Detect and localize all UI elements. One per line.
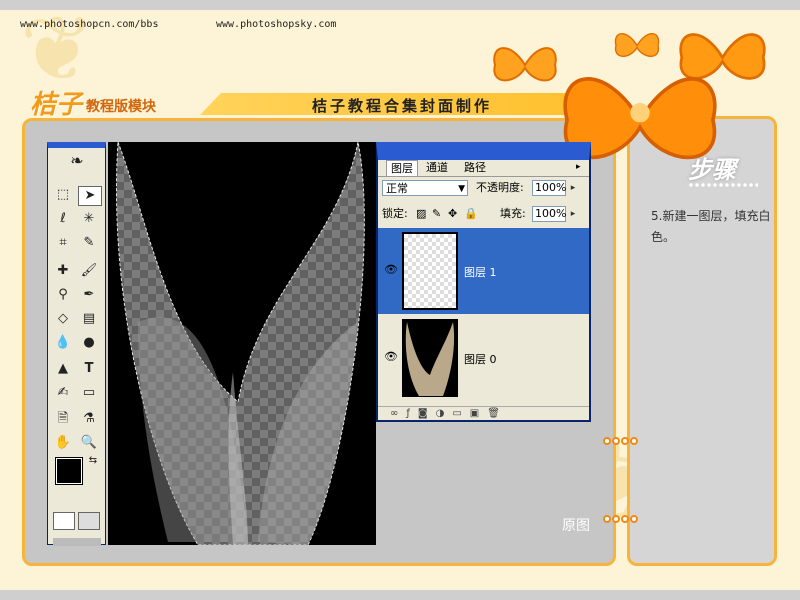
- layer-row-1[interactable]: 👁 图层 1: [378, 228, 589, 314]
- path-selection-icon[interactable]: ▲: [52, 360, 74, 378]
- lock-all-icon[interactable]: 🔒: [464, 206, 478, 222]
- notes-tool-icon[interactable]: 🗎: [52, 410, 74, 428]
- type-tool-icon[interactable]: T: [78, 360, 100, 378]
- url-right[interactable]: www.photoshopsky.com: [216, 19, 336, 30]
- magic-wand-tool-icon[interactable]: ✳: [78, 210, 100, 228]
- brand-subtitle: 教程版模块: [86, 99, 156, 115]
- connector-dots: [603, 508, 647, 523]
- lasso-tool-icon[interactable]: ℓ: [52, 210, 74, 228]
- gradient-tool-icon[interactable]: ▤: [78, 310, 100, 328]
- foreground-color-swatch[interactable]: [55, 457, 83, 485]
- brand-logo: 桔子: [30, 90, 83, 120]
- blend-mode-select[interactable]: 正常 ▼: [382, 180, 468, 196]
- adjustment-layer-icon[interactable]: ◑: [436, 408, 453, 419]
- lock-transparency-icon[interactable]: ▨: [416, 206, 426, 222]
- healing-brush-icon[interactable]: ✚: [52, 262, 74, 280]
- layer-row-0[interactable]: 👁 图层 0: [378, 315, 589, 401]
- screen-mode-icon[interactable]: [53, 538, 101, 546]
- page-title: 桔子教程合集封面制作: [312, 97, 493, 115]
- lock-paint-icon[interactable]: ✎: [432, 206, 441, 222]
- layer-name: 图层 1: [464, 266, 497, 279]
- layer-name: 图层 0: [464, 353, 497, 366]
- tab-paths[interactable]: 路径: [460, 160, 490, 175]
- eyedropper-tool-icon[interactable]: ⚗: [78, 410, 100, 428]
- hand-tool-icon[interactable]: ✋: [52, 434, 74, 452]
- original-image-label[interactable]: 原图: [562, 515, 590, 535]
- panel-tabs: 图层 通道 路径 ▸: [378, 160, 589, 177]
- visibility-eye-icon[interactable]: 👁: [384, 351, 398, 363]
- panel-menu-icon[interactable]: ▸: [572, 160, 585, 175]
- layer-actions-bar: ∞ƒ◙◑▭▣🗑: [378, 406, 589, 420]
- history-brush-icon[interactable]: ✒: [78, 286, 100, 304]
- shape-tool-icon[interactable]: ▭: [78, 384, 100, 402]
- bottom-bar: [0, 590, 800, 600]
- layer-thumbnail: [402, 319, 458, 397]
- new-group-icon[interactable]: ▭: [452, 408, 469, 419]
- document-canvas[interactable]: [108, 142, 376, 545]
- standard-mode-icon[interactable]: [53, 512, 75, 530]
- dodge-tool-icon[interactable]: ●: [78, 334, 100, 352]
- link-layers-icon[interactable]: ∞: [390, 408, 406, 419]
- fill-label: 填充:: [500, 207, 526, 220]
- steps-dots: [688, 183, 758, 187]
- lock-position-icon[interactable]: ✥: [448, 206, 457, 222]
- marquee-tool-icon[interactable]: ⬚: [52, 186, 74, 204]
- feather-icon: ❧: [70, 151, 84, 170]
- layer-thumbnail: [402, 232, 458, 310]
- swap-colors-icon[interactable]: ⇆: [82, 452, 104, 470]
- fill-slider-icon[interactable]: ▸: [567, 206, 579, 222]
- tab-layers[interactable]: 图层: [386, 160, 418, 176]
- brush-tool-icon[interactable]: 🖌: [78, 262, 100, 280]
- stamp-tool-icon[interactable]: ⚲: [52, 286, 74, 304]
- butterfly-icon: [493, 47, 557, 82]
- slice-tool-icon[interactable]: ✎: [78, 234, 100, 252]
- delete-layer-icon[interactable]: 🗑: [487, 408, 508, 419]
- steps-heading: 步骤: [688, 156, 736, 184]
- quickmask-mode-icon[interactable]: [78, 512, 100, 530]
- layer-mask-icon[interactable]: ◙: [418, 408, 436, 419]
- layer-style-icon[interactable]: ƒ: [406, 408, 418, 419]
- opacity-slider-icon[interactable]: ▸: [567, 180, 579, 196]
- top-bar: [0, 0, 800, 10]
- lock-label: 锁定:: [382, 207, 408, 220]
- pen-tool-icon[interactable]: ✍: [52, 384, 74, 402]
- canvas-artwork: [115, 142, 365, 545]
- new-layer-icon[interactable]: ▣: [470, 408, 487, 419]
- layers-panel: 图层 通道 路径 ▸ 正常 ▼ 不透明度: 100% ▸ 锁定: ▨ ✎ ✥ 🔒 …: [376, 142, 591, 422]
- opacity-input[interactable]: 100%: [532, 180, 566, 196]
- step-description: 5.新建一图层，填充白色。: [651, 209, 771, 244]
- eraser-tool-icon[interactable]: ◇: [52, 310, 74, 328]
- toolbox: ❧ ⬚ ➤ ℓ ✳ ⌗ ✎ ✚ 🖌 ⚲ ✒ ◇ ▤ 💧 ● ▲ T ✍ ▭ 🗎 …: [47, 142, 106, 546]
- connector-dots: [603, 430, 647, 445]
- url-left[interactable]: www.photoshopcn.com/bbs: [20, 19, 158, 30]
- fill-input[interactable]: 100%: [532, 206, 566, 222]
- blur-tool-icon[interactable]: 💧: [52, 334, 74, 352]
- crop-tool-icon[interactable]: ⌗: [52, 234, 74, 252]
- visibility-eye-icon[interactable]: 👁: [384, 264, 398, 276]
- zoom-tool-icon[interactable]: 🔍: [78, 434, 100, 452]
- move-tool-icon[interactable]: ➤: [78, 186, 102, 206]
- tab-channels[interactable]: 通道: [422, 160, 452, 175]
- opacity-label: 不透明度:: [476, 181, 524, 194]
- chevron-down-icon: ▼: [458, 184, 465, 194]
